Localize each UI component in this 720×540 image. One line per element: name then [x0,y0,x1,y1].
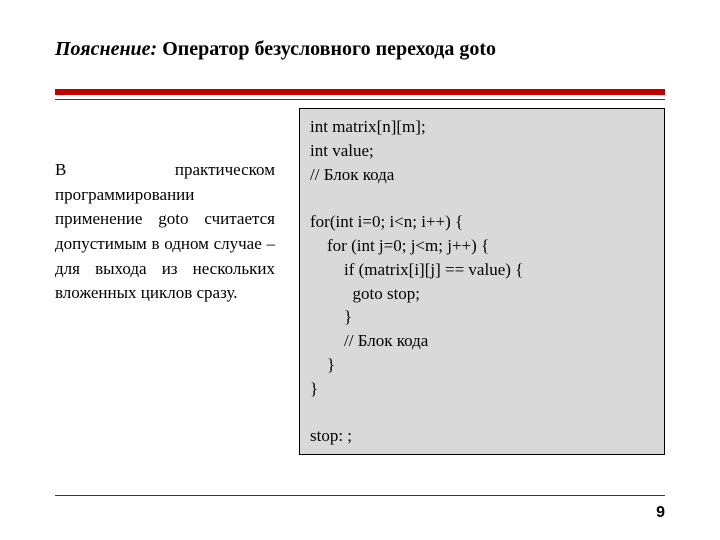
title-main: Оператор безусловного перехода goto [162,38,496,60]
code-block: int matrix[n][m]; int value; // Блок код… [299,108,665,455]
red-divider-thick [55,89,665,95]
description-text: В практическом программировании применен… [55,108,275,306]
title-prefix: Пояснение: [55,38,157,60]
slide-title: Пояснение: Оператор безусловного переход… [55,38,665,61]
content-row: В практическом программировании применен… [55,108,665,455]
page-number: 9 [656,504,665,522]
red-divider-thin [55,99,665,100]
footer-divider [55,495,665,496]
